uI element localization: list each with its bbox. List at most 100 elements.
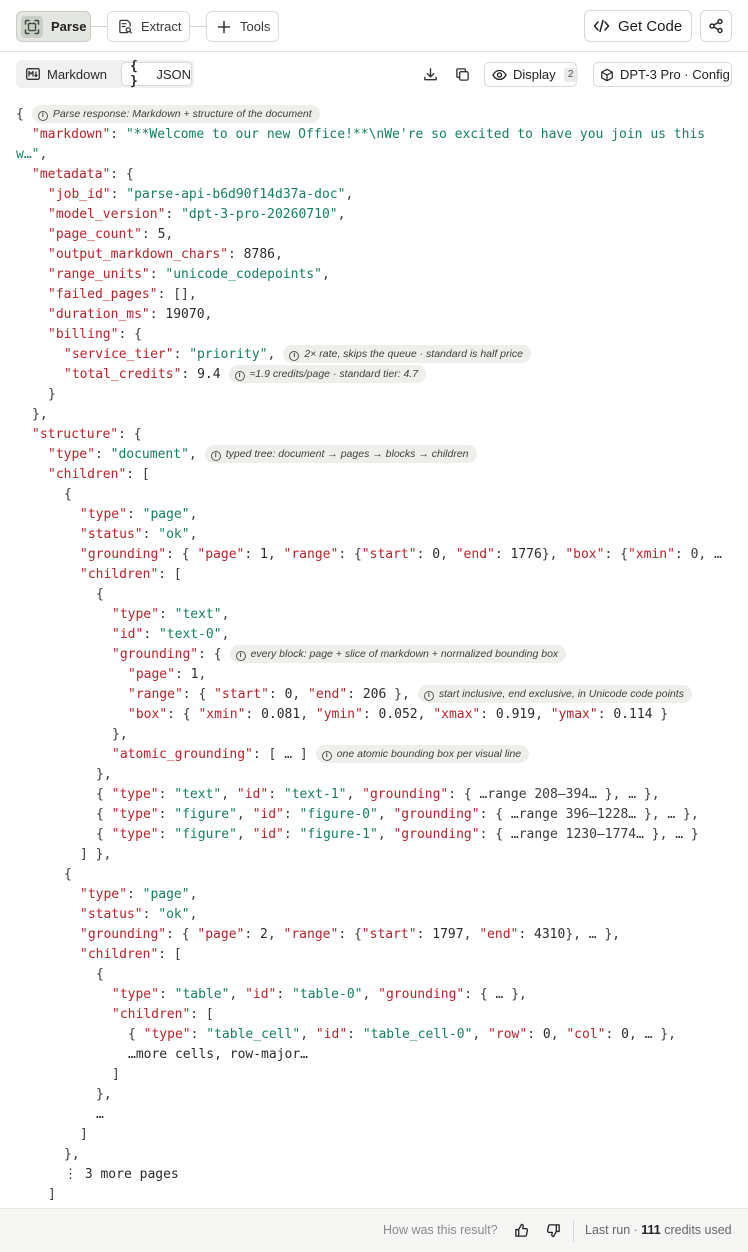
info-icon: i [37,110,48,121]
display-button[interactable]: Display 2 [484,62,578,87]
json-punctuation: : [527,1027,543,1042]
json-string: "figure-0" [299,807,378,822]
code-line: "output_markdown_chars": 8786, [16,245,283,265]
json-string: w…" [16,147,40,162]
thumbs-up-button[interactable] [512,1221,530,1239]
json-punctuation: : [149,307,166,322]
json-punctuation: , [274,247,283,262]
code-line: }, [16,1145,80,1165]
json-punctuation: : [268,687,285,702]
json-punctuation: : [141,227,158,242]
json-punctuation: : [143,627,159,642]
json-punctuation: , [221,607,230,622]
code-line: "id": "text-0", [16,625,229,645]
json-key: "children" [48,467,127,482]
tab-parse[interactable]: Parse [16,11,91,42]
json-key: "duration_ms" [48,307,150,322]
json-key: "id" [315,1027,348,1042]
json-value: 206 [362,687,387,702]
code-line: { "type": "figure", "id": "figure-1", "g… [16,825,699,845]
info-icon: i [234,370,245,381]
json-string: "figure-1" [299,827,378,842]
code-line: "type": "table", "id": "table-0", "groun… [16,985,527,1005]
code-line: "service_tier": "priority", i 2× rate, ski… [16,344,531,365]
get-code-label: Get Code [618,17,683,35]
info-icon: i [235,650,246,661]
json-punctuation: : [126,887,143,902]
thumbs-down-button[interactable] [544,1221,562,1239]
json-punctuation: : [173,347,190,362]
json-punctuation: : [245,707,262,722]
get-code-button[interactable]: Get Code [584,10,692,42]
json-key: "status" [80,527,143,542]
json-viewer[interactable]: {i Parse response: Markdown + structure o… [0,104,748,1208]
tab-parse-label: Parse [51,19,87,34]
json-punctuation: , [236,827,253,842]
code-line: "structure": { [16,425,142,445]
tab-extract[interactable]: Extract [107,11,190,42]
download-button[interactable] [420,64,440,84]
json-key: "page" [197,927,245,942]
json-key: "range_units" [48,267,150,282]
tab-tools[interactable]: Tools [206,11,279,42]
model-config-button[interactable]: DPT-3 Pro · Config [593,62,732,87]
json-string: "document" [110,447,189,462]
json-punctuation: , [236,807,253,822]
extract-icon [117,19,133,35]
json-punctuation: : { [338,547,362,562]
json-punctuation: : [110,187,127,202]
annotation-note: i one atomic bounding box per visual line [315,744,530,763]
json-key: "children" [80,947,159,962]
json-key: "page_count" [48,227,142,242]
json-key: "status" [80,907,143,922]
json-value: 0.919 [495,707,536,722]
json-punctuation: , [535,707,551,722]
share-icon [708,18,724,34]
json-punctuation: , [550,1027,567,1042]
json-punctuation: { [64,487,72,502]
json-punctuation: , [267,547,284,562]
code-line: } [16,385,56,405]
json-key: "metadata" [32,167,111,182]
format-json-button[interactable]: { } JSON [121,59,192,89]
json-key: "type" [112,607,159,622]
json-key: "xmin" [627,547,675,562]
json-key: "billing" [48,327,119,342]
json-key: "page" [128,667,175,682]
json-punctuation: : { [110,167,134,182]
json-punctuation: : { …range 396–1228… }, … }, [479,807,699,822]
json-punctuation: , [300,1027,316,1042]
json-string: "text" [174,607,222,622]
json-punctuation: : { … }, [464,987,527,1002]
json-value: 1 [260,547,268,562]
copy-button[interactable] [452,64,472,84]
code-line: "range_units": "unicode_codepoints", [16,265,330,285]
json-punctuation: }, [64,1147,80,1162]
json-punctuation: , [189,887,198,902]
json-punctuation: : { [198,647,222,662]
last-run-status: Last run · 111 credits used [585,1223,732,1237]
json-key: "markdown" [32,127,111,142]
format-markdown-button[interactable]: Markdown [18,62,120,86]
json-punctuation: { [64,867,72,882]
json-punctuation: : [126,507,143,522]
json-punctuation: ] [48,1187,56,1202]
json-key: "xmax" [433,707,481,722]
json-punctuation: , [267,347,276,362]
json-string: "page" [142,507,190,522]
code-line: "page_count": 5, [16,225,173,245]
json-punctuation: : [142,907,159,922]
json-punctuation: , [346,787,363,802]
json-value: 0.114 [613,707,653,722]
json-punctuation: : [347,687,363,702]
json-key: "end" [308,687,348,702]
share-button[interactable] [700,10,732,42]
download-icon [423,67,438,82]
json-string: "**Welcome to our new Office!**\nWe're s… [125,127,706,142]
code-line: ] [16,1185,56,1205]
last-run-prefix: Last run · [585,1223,642,1237]
json-punctuation: : { [166,927,198,942]
json-punctuation: { [96,787,112,802]
json-punctuation: : [244,927,261,942]
json-punctuation: : [228,247,244,262]
